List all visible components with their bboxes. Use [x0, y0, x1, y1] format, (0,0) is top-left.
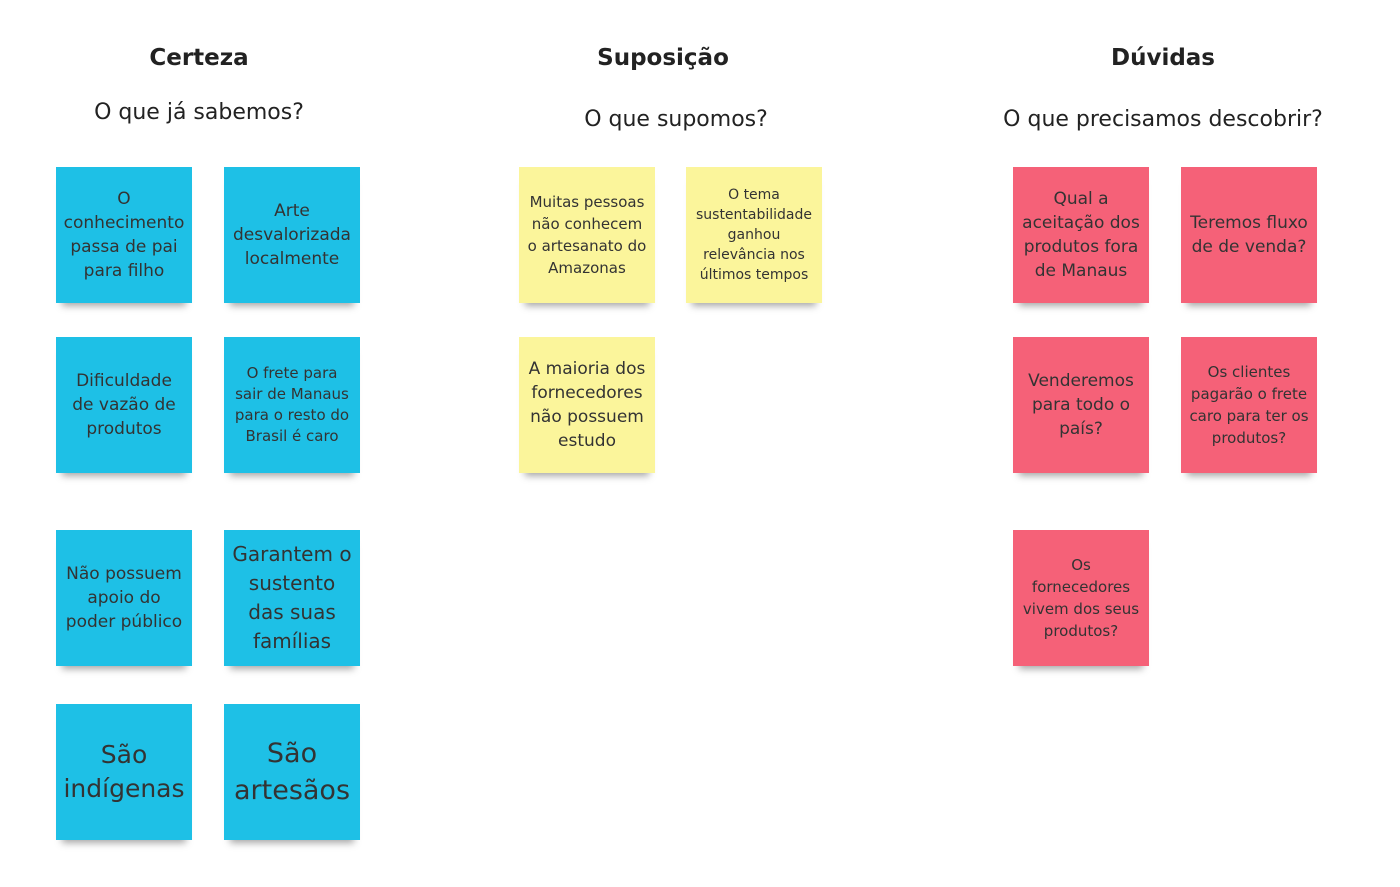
- suposicao-title: Suposição: [597, 45, 729, 71]
- duvidas-title: Dúvidas: [1110, 45, 1216, 71]
- note-text: Muitas pessoas não conhecem o artesanato…: [527, 193, 647, 277]
- note-text: São indígenas: [63, 740, 185, 803]
- sticky-note-certeza[interactable]: São indígenas: [56, 704, 192, 840]
- sticky-note-certeza[interactable]: Dificuldade de vazão de produtos: [56, 337, 192, 473]
- sticky-note-certeza[interactable]: O frete para sair de Manaus para o resto…: [224, 337, 360, 473]
- sticky-note-duvidas[interactable]: Teremos fluxo de de venda?: [1181, 167, 1317, 303]
- sticky-note-duvidas[interactable]: Qual a aceitação dos produtos fora de Ma…: [1013, 167, 1149, 303]
- sticky-note-duvidas[interactable]: Venderemos para todo o país?: [1013, 337, 1149, 473]
- note-text: O conhecimento passa de pai para filho: [63, 189, 185, 281]
- sticky-note-suposicao[interactable]: Muitas pessoas não conhecem o artesanato…: [519, 167, 655, 303]
- certeza-title: Certeza: [149, 45, 249, 71]
- duvidas-subtitle: O que precisamos descobrir?: [1003, 107, 1323, 132]
- sticky-note-duvidas[interactable]: Os fornecedores vivem dos seus produtos?: [1013, 530, 1149, 666]
- note-text: Venderemos para todo o país?: [1028, 371, 1134, 439]
- sticky-note-suposicao[interactable]: O tema sustentabilidade ganhou relevânci…: [686, 167, 822, 303]
- certeza-subtitle: O que já sabemos?: [94, 100, 304, 125]
- note-text: Os fornecedores vivem dos seus produtos?: [1022, 556, 1140, 640]
- sticky-note-suposicao[interactable]: A maioria dos fornecedores não possuem e…: [519, 337, 655, 473]
- note-text: Qual a aceitação dos produtos fora de Ma…: [1022, 189, 1140, 281]
- note-text: A maioria dos fornecedores não possuem e…: [528, 359, 646, 451]
- sticky-note-certeza[interactable]: O conhecimento passa de pai para filho: [56, 167, 192, 303]
- note-text: Arte desvalorizada localmente: [233, 201, 351, 269]
- suposicao-subtitle: O que supomos?: [584, 107, 768, 132]
- sticky-note-certeza[interactable]: Garantem o sustento das suas famílias: [224, 530, 360, 666]
- note-text: Teremos fluxo de de venda?: [1190, 213, 1308, 257]
- note-text: Garantem o sustento das suas famílias: [232, 542, 352, 653]
- sticky-note-certeza[interactable]: São artesãos: [224, 704, 360, 840]
- note-text: Não possuem apoio do poder público: [65, 564, 183, 632]
- sticky-note-certeza[interactable]: Não possuem apoio do poder público: [56, 530, 192, 666]
- note-text: Dificuldade de vazão de produtos: [72, 371, 176, 439]
- note-text: Os clientes pagarão o frete caro para te…: [1189, 363, 1309, 447]
- note-text: São artesãos: [233, 738, 351, 806]
- note-text: O frete para sair de Manaus para o resto…: [234, 364, 350, 445]
- sticky-note-certeza[interactable]: Arte desvalorizada localmente: [224, 167, 360, 303]
- sticky-note-duvidas[interactable]: Os clientes pagarão o frete caro para te…: [1181, 337, 1317, 473]
- note-text: O tema sustentabilidade ganhou relevânci…: [695, 187, 813, 283]
